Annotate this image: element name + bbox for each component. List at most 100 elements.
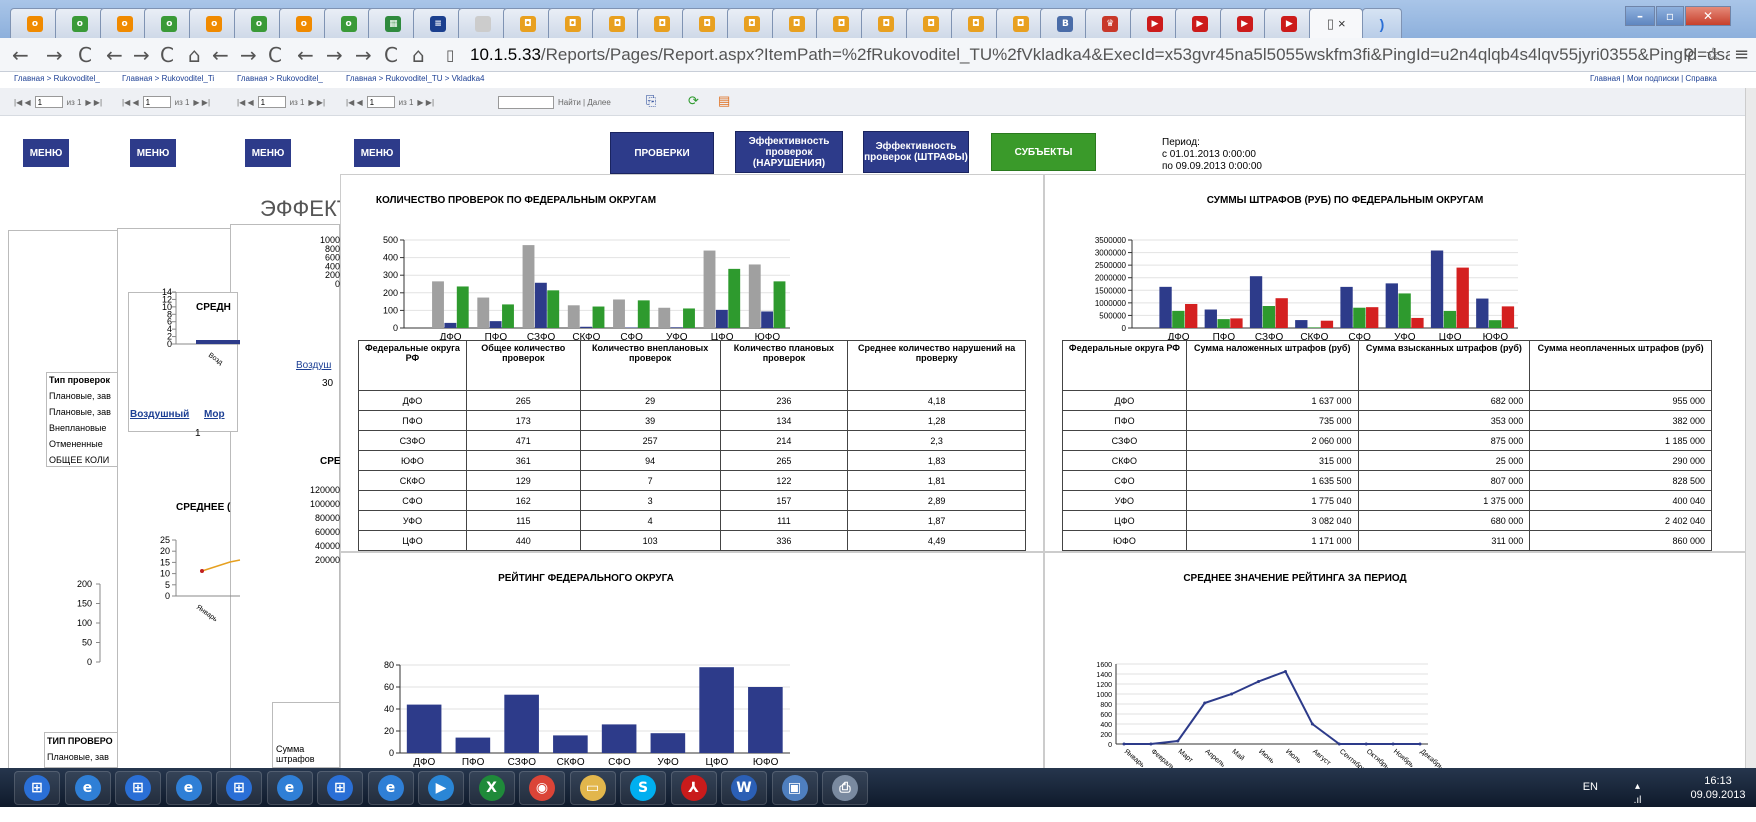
forward-arrow-icon[interactable]: → xyxy=(46,43,63,67)
taskbar-start-button[interactable]: ⊞ xyxy=(317,771,363,805)
browser-tab[interactable]: o xyxy=(10,8,60,38)
network-volume-icon[interactable]: ▴ .ıl ◀) xyxy=(1632,780,1643,822)
taskbar-ie-button[interactable]: e xyxy=(266,771,313,805)
breadcrumb[interactable]: Главная > Rukovoditel_TU > Vkladka4 xyxy=(346,74,485,83)
zoom-icon[interactable]: ⚲ xyxy=(1683,43,1695,67)
breadcrumb[interactable]: Главная > Rukovoditel_ xyxy=(14,74,100,83)
browser-tab[interactable]: ◘ xyxy=(637,8,688,38)
refresh-icon[interactable]: ⟳ xyxy=(688,93,699,109)
first-prev-page-icon[interactable]: |◀ ◀ xyxy=(237,98,254,107)
tab-close-icon[interactable]: × xyxy=(1338,16,1346,31)
browser-tab[interactable]: ◘ xyxy=(592,8,643,38)
browser-tab-active[interactable]: ▯ × xyxy=(1309,8,1364,38)
taskbar-remote-button[interactable]: ▣ xyxy=(771,771,818,805)
export-icon[interactable]: ⎘ xyxy=(646,93,656,109)
home-icon[interactable]: ⌂ xyxy=(188,43,201,67)
taskbar-explorer-button[interactable]: ▭ xyxy=(569,771,616,805)
page-number-input[interactable] xyxy=(34,96,63,108)
forward-arrow-icon[interactable]: → xyxy=(133,43,150,67)
browser-tab[interactable]: ≡ xyxy=(413,8,464,38)
next-last-page-icon[interactable]: ▶ ▶| xyxy=(85,98,102,107)
taskbar-chrome-button[interactable]: ◉ xyxy=(519,771,565,805)
find-next-links[interactable]: Найти | Далее xyxy=(558,98,611,107)
home-icon[interactable]: ⌂ xyxy=(412,43,425,67)
back-arrow-icon[interactable]: ← xyxy=(106,43,123,67)
next-last-page-icon[interactable]: ▶ ▶| xyxy=(417,98,434,107)
browser-tab[interactable]: ▶ xyxy=(1130,8,1180,38)
top-links[interactable]: Главная | Мои подписки | Справка xyxy=(1590,74,1717,83)
browser-tab[interactable]: ◘ xyxy=(547,8,598,38)
minimize-button[interactable]: – xyxy=(1625,6,1655,26)
reload-icon[interactable]: C xyxy=(78,43,92,67)
browser-tab[interactable]: ◘ xyxy=(995,8,1046,38)
bookmark-star-icon[interactable]: ☆ xyxy=(1705,43,1721,67)
address-bar[interactable]: 10.1.5.33/Reports/Pages/Report.aspx?Item… xyxy=(470,43,1730,67)
taskbar-word-button[interactable]: W xyxy=(721,771,767,805)
browser-tab[interactable]: ▶ xyxy=(1174,8,1225,38)
back-arrow-icon[interactable]: ← xyxy=(297,43,314,67)
page-number-input[interactable] xyxy=(366,96,395,108)
taskbar-printer-button[interactable]: ⎙ xyxy=(822,771,868,805)
menu-icon[interactable]: ≡ xyxy=(1734,43,1749,67)
browser-tab[interactable]: o xyxy=(99,8,150,38)
taskbar-excel-button[interactable]: X xyxy=(468,771,515,805)
first-prev-page-icon[interactable]: |◀ ◀ xyxy=(122,98,139,107)
first-prev-page-icon[interactable]: |◀ ◀ xyxy=(346,98,363,107)
browser-tab[interactable]: o xyxy=(189,8,240,38)
forward-arrow-icon[interactable]: → xyxy=(240,43,257,67)
taskbar-ie-button[interactable]: e xyxy=(165,771,212,805)
page-number-input[interactable] xyxy=(257,96,286,108)
breadcrumb[interactable]: Главная > Rukovoditel_Ti xyxy=(122,74,214,83)
close-window-button[interactable]: ✕ xyxy=(1685,6,1731,26)
eff-violations-button[interactable]: Эффективность проверок (НАРУШЕНИЯ) xyxy=(735,131,843,173)
browser-tab[interactable]: ▶ xyxy=(1264,8,1315,38)
first-prev-page-icon[interactable]: |◀ ◀ xyxy=(14,98,31,107)
eff-fines-button[interactable]: Эффективность проверок (ШТРАФЫ) xyxy=(863,131,969,173)
new-tab-button[interactable]: ) xyxy=(1362,8,1402,38)
checks-tab-button[interactable]: ПРОВЕРКИ xyxy=(610,132,714,174)
browser-tab[interactable]: B xyxy=(1040,8,1091,38)
reload-icon[interactable]: C xyxy=(384,43,398,67)
clock[interactable]: 16:13 09.09.2013 xyxy=(1688,774,1748,802)
feed-icon[interactable]: ▤ xyxy=(718,93,730,109)
browser-tab[interactable]: o xyxy=(54,8,105,38)
browser-tab[interactable]: ▦ xyxy=(368,8,419,38)
browser-tab[interactable]: ▶ xyxy=(1219,8,1270,38)
taskbar-ie-button[interactable]: e xyxy=(64,771,111,805)
maximize-button[interactable]: ▫ xyxy=(1656,6,1684,26)
breadcrumb[interactable]: Главная > Rukovoditel_ xyxy=(237,74,323,83)
reload-icon[interactable]: C xyxy=(160,43,174,67)
browser-tab[interactable]: o xyxy=(234,8,284,38)
subjects-button[interactable]: СУБЪЕКТЫ xyxy=(991,133,1096,171)
browser-tab[interactable]: ◘ xyxy=(726,8,777,38)
back-arrow-icon[interactable]: ← xyxy=(12,43,29,67)
language-indicator[interactable]: EN xyxy=(1583,780,1598,794)
taskbar-ie-button[interactable]: e xyxy=(367,771,414,805)
scrollbar[interactable] xyxy=(1745,88,1756,768)
taskbar-skype-button[interactable]: S xyxy=(620,771,666,805)
page-number-input[interactable] xyxy=(142,96,171,108)
browser-tab[interactable]: ◘ xyxy=(502,8,553,38)
browser-tab[interactable]: ◘ xyxy=(950,8,1001,38)
taskbar-acrobat-button[interactable]: ⅄ xyxy=(670,771,717,805)
browser-tab[interactable]: o xyxy=(323,8,374,38)
taskbar-start-button[interactable]: ⊞ xyxy=(115,771,161,805)
menu-button[interactable]: МЕНЮ xyxy=(354,139,400,167)
reload-icon[interactable]: C xyxy=(268,43,282,67)
taskbar-start-button[interactable]: ⊞ xyxy=(14,771,60,805)
browser-tab[interactable]: ◘ xyxy=(682,8,732,38)
forward-arrow-icon[interactable]: → xyxy=(355,43,372,67)
browser-tab[interactable]: ◘ xyxy=(906,8,956,38)
taskbar-start-button[interactable]: ⊞ xyxy=(216,771,262,805)
browser-tab[interactable]: ◘ xyxy=(771,8,822,38)
next-last-page-icon[interactable]: ▶ ▶| xyxy=(193,98,210,107)
browser-tab[interactable]: ♛ xyxy=(1085,8,1136,38)
next-last-page-icon[interactable]: ▶ ▶| xyxy=(308,98,325,107)
taskbar-media-button[interactable]: ▶ xyxy=(418,771,464,805)
browser-tab[interactable]: ◘ xyxy=(816,8,867,38)
browser-tab[interactable]: o xyxy=(278,8,329,38)
forward-arrow-icon[interactable]: → xyxy=(326,43,343,67)
find-input[interactable] xyxy=(498,96,554,109)
browser-tab[interactable] xyxy=(458,8,508,38)
browser-tab[interactable]: o xyxy=(144,8,195,38)
